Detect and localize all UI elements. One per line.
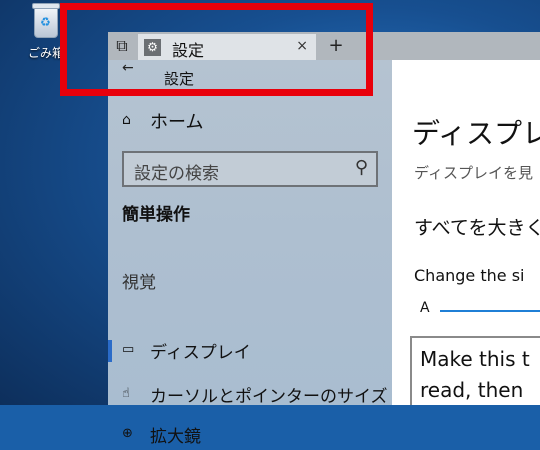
pointer-icon: ☝	[122, 386, 130, 401]
recycle-bin-icon: ♻	[32, 3, 60, 38]
magnifier-icon: ⊕	[122, 426, 133, 441]
monitor-icon: ▭	[122, 342, 135, 357]
sidebar-item-label: 拡大鏡	[150, 427, 201, 447]
sidebar-item-label: カーソルとポインターのサイズ	[150, 387, 388, 407]
search-icon[interactable]: ⚲	[355, 157, 368, 178]
section-heading: 簡単操作	[122, 205, 190, 225]
group-heading: 視覚	[122, 273, 156, 293]
page-description: ディスプレイを見	[414, 164, 533, 182]
sidebar-item-label: ディスプレイ	[150, 343, 251, 363]
sample-text-box: Make this t read, then	[410, 336, 540, 405]
section-subheading: すべてを大きく	[414, 217, 540, 239]
sample-line-2: read, then	[420, 378, 524, 402]
slider-min-label: A	[420, 300, 430, 316]
search-input[interactable]: 設定の検索 ⚲	[122, 151, 378, 187]
selection-indicator	[108, 340, 112, 362]
page-title: ディスプレイ	[412, 117, 540, 150]
sidebar-item-display[interactable]: ▭ ディスプレイ	[108, 336, 392, 366]
home-icon: ⌂	[122, 112, 131, 128]
sidebar-item-cursor[interactable]: ☝ カーソルとポインターのサイズ	[108, 380, 392, 410]
search-placeholder: 設定の検索	[134, 164, 219, 184]
settings-nav-pane: ← 設定 ⌂ ホーム 設定の検索 ⚲ 簡単操作 視覚 ▭ ディスプレイ ☝ カー…	[108, 60, 392, 447]
settings-content: ディスプレイ ディスプレイを見 すべてを大きく Change the si A …	[392, 60, 540, 405]
sidebar-item-magnifier[interactable]: ⊕ 拡大鏡	[108, 420, 392, 450]
highlight-annotation	[60, 3, 373, 96]
nav-home-label: ホーム	[150, 112, 204, 133]
sample-line-1: Make this t	[420, 347, 530, 371]
text-size-slider[interactable]	[440, 310, 540, 312]
text-size-label: Change the si	[414, 266, 525, 285]
